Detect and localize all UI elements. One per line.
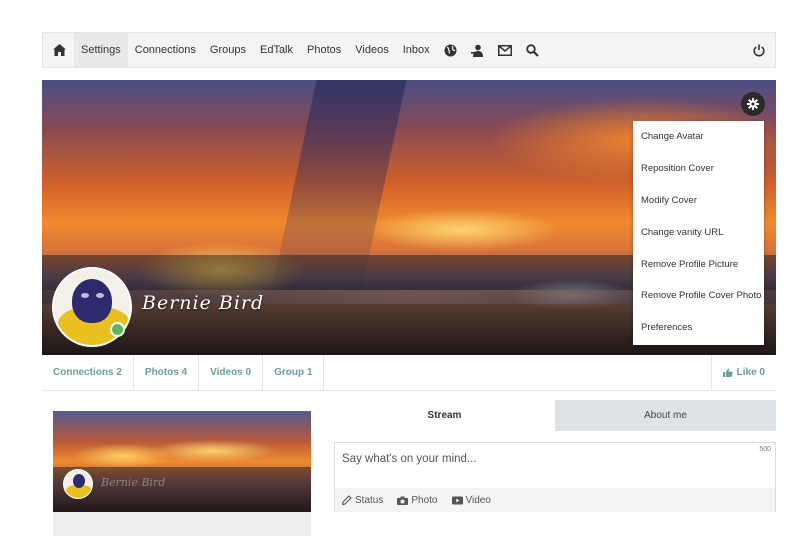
- mini-avatar-mask: [73, 474, 85, 488]
- char-counter: 500: [759, 446, 771, 453]
- photo-button[interactable]: Photo: [397, 494, 438, 506]
- cover-settings-menu: Change Avatar Reposition Cover Modify Co…: [633, 121, 764, 345]
- tab-connections[interactable]: Connections 2: [42, 354, 134, 391]
- nav-photos[interactable]: Photos: [300, 33, 348, 67]
- status-composer[interactable]: Say what's on your mind... 500 Status Ph…: [334, 442, 776, 512]
- menu-reposition-cover[interactable]: Reposition Cover: [633, 153, 764, 185]
- nav-videos[interactable]: Videos: [348, 33, 395, 67]
- top-navbar: Settings Connections Groups EdTalk Photo…: [42, 32, 776, 68]
- menu-preferences[interactable]: Preferences: [633, 312, 764, 344]
- profile-name: Bernie Bird: [142, 292, 265, 314]
- thumbs-up-icon: [722, 368, 733, 377]
- photo-label: Photo: [411, 494, 438, 506]
- video-label: Video: [465, 494, 491, 506]
- home-icon[interactable]: [43, 33, 74, 67]
- status-button[interactable]: Status: [342, 495, 383, 506]
- power-icon[interactable]: [743, 33, 775, 67]
- profile-tabs: Connections 2 Photos 4 Videos 0 Group 1 …: [42, 354, 776, 391]
- nav-inbox[interactable]: Inbox: [396, 33, 437, 67]
- search-icon[interactable]: [519, 33, 546, 67]
- nav-groups[interactable]: Groups: [203, 33, 253, 67]
- like-label: Like 0: [736, 367, 765, 378]
- status-input[interactable]: Say what's on your mind...: [342, 453, 477, 465]
- status-label: Status: [355, 494, 384, 506]
- video-button[interactable]: Video: [451, 494, 491, 506]
- stream-tabs: Stream About me: [334, 400, 776, 431]
- profile-cover: Bernie Bird Change Avatar Reposition Cov…: [42, 80, 776, 355]
- gear-icon[interactable]: [741, 92, 765, 116]
- tab-stream[interactable]: Stream: [334, 400, 555, 431]
- menu-modify-cover[interactable]: Modify Cover: [633, 185, 764, 217]
- mini-card-footer: [53, 512, 311, 536]
- menu-remove-profile-picture[interactable]: Remove Profile Picture: [633, 248, 764, 280]
- mini-profile-card[interactable]: Bernie Bird: [53, 411, 311, 512]
- online-status-indicator: [110, 322, 125, 337]
- video-icon: [451, 496, 463, 504]
- tab-about-me[interactable]: About me: [555, 400, 776, 431]
- camera-icon: [397, 496, 409, 505]
- avatar-mask: [72, 279, 112, 323]
- nav-settings[interactable]: Settings: [74, 33, 128, 67]
- avatar-eye: [96, 293, 104, 298]
- avatar-eye: [81, 293, 89, 298]
- user-icon[interactable]: [464, 33, 491, 67]
- tab-group[interactable]: Group 1: [263, 354, 325, 391]
- tab-photos[interactable]: Photos 4: [134, 354, 200, 391]
- menu-remove-profile-cover-photo[interactable]: Remove Profile Cover Photo: [633, 280, 764, 312]
- menu-change-avatar[interactable]: Change Avatar: [633, 121, 764, 153]
- mini-profile-name: Bernie Bird: [101, 476, 166, 489]
- mail-icon[interactable]: [491, 33, 519, 67]
- pencil-icon: [342, 495, 352, 505]
- mini-avatar: [63, 469, 93, 499]
- tab-videos[interactable]: Videos 0: [199, 354, 264, 391]
- menu-change-vanity-url[interactable]: Change vanity URL: [633, 216, 764, 248]
- composer-actions: Status Photo Video: [335, 488, 775, 512]
- globe-icon[interactable]: [437, 33, 464, 67]
- nav-connections[interactable]: Connections: [128, 33, 203, 67]
- nav-edtalk[interactable]: EdTalk: [253, 33, 300, 67]
- like-button[interactable]: Like 0: [710, 354, 776, 391]
